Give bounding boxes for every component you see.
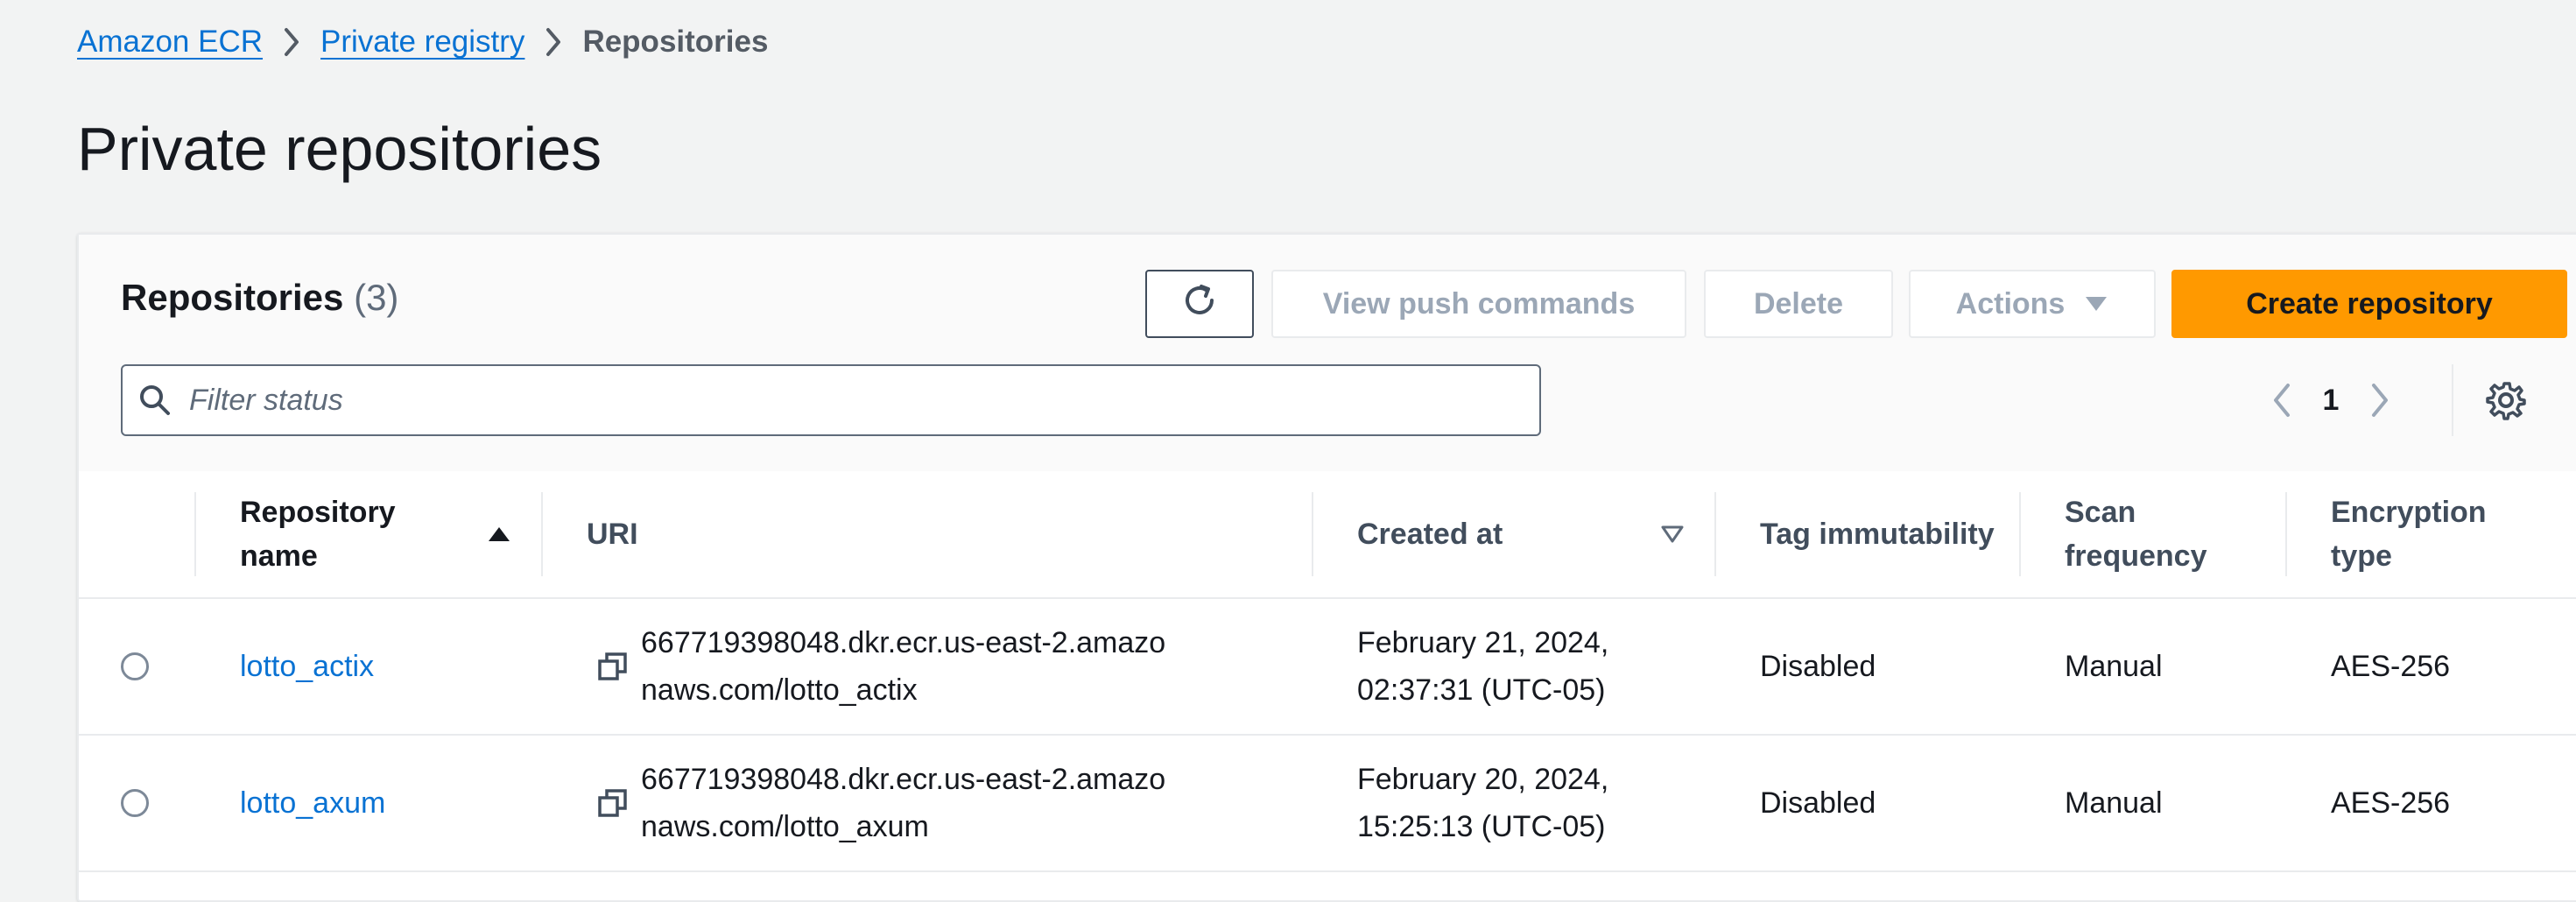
created-at-cell: February 21, 2024, 02:37:31 (UTC-05) <box>1357 599 1646 734</box>
column-divider <box>1312 492 1313 576</box>
breadcrumb-current: Repositories <box>582 25 769 59</box>
page-number[interactable]: 1 <box>2306 384 2355 418</box>
copy-icon[interactable] <box>595 649 630 684</box>
repositories-panel: Repositories (3) View push commands Dele… <box>77 233 2576 902</box>
uri-text: 667719398048.dkr.ecr.us-east-2.amazonaws… <box>641 763 1166 843</box>
created-at-text: February 21, 2024, 02:37:31 (UTC-05) <box>1357 626 1609 707</box>
column-header-uri[interactable]: URI <box>587 489 937 580</box>
search-icon <box>123 383 187 418</box>
radio-button[interactable] <box>121 652 149 680</box>
table-header: Repository name URI Created at Tag immut… <box>79 471 2576 599</box>
chevron-left-icon[interactable] <box>2257 364 2306 436</box>
created-at-cell: February 20, 2024, 15:25:13 (UTC-05) <box>1357 736 1646 870</box>
panel-title-text: Repositories <box>121 277 344 318</box>
column-divider <box>194 492 196 576</box>
tag-immutability-cell: Disabled <box>1760 650 1876 683</box>
pagination: 1 <box>2257 364 2404 436</box>
sort-descending-icon[interactable] <box>1655 517 1690 552</box>
breadcrumb-amazon-ecr[interactable]: Amazon ECR <box>77 25 263 60</box>
encryption-type-cell: AES-256 <box>2331 786 2451 820</box>
column-header-created-at[interactable]: Created at <box>1357 489 1690 580</box>
copy-icon[interactable] <box>595 786 630 821</box>
row-select-cell <box>121 736 149 870</box>
uri-cell: 667719398048.dkr.ecr.us-east-2.amazonaws… <box>595 599 1166 734</box>
repository-name-cell: lotto_axum <box>240 736 385 870</box>
chevron-right-icon <box>263 27 320 57</box>
scan-frequency-cell: Manual <box>2065 786 2163 820</box>
column-divider <box>541 492 543 576</box>
repository-count: (3) <box>354 277 399 318</box>
breadcrumb: Amazon ECR Private registry Repositories <box>77 19 768 65</box>
repository-name-link[interactable]: lotto_actix <box>240 643 374 690</box>
uri-text: 667719398048.dkr.ecr.us-east-2.amazonaws… <box>641 626 1166 707</box>
divider <box>2452 364 2453 436</box>
column-divider <box>2285 492 2287 576</box>
refresh-button[interactable] <box>1145 270 1254 338</box>
column-header-tag-immutability[interactable]: Tag immutability <box>1760 489 2023 580</box>
scan-frequency-cell: Manual <box>2065 650 2163 683</box>
panel-header: Repositories (3) View push commands Dele… <box>79 235 2576 473</box>
repository-name-link[interactable]: lotto_axum <box>240 779 385 827</box>
filter-box <box>121 364 1541 436</box>
row-select-cell <box>121 599 149 734</box>
breadcrumb-private-registry[interactable]: Private registry <box>320 25 524 60</box>
actions-label: Actions <box>1955 286 2066 321</box>
chevron-right-icon <box>524 27 582 57</box>
chevron-right-icon[interactable] <box>2355 364 2404 436</box>
column-divider <box>1714 492 1716 576</box>
delete-button[interactable]: Delete <box>1704 270 1893 338</box>
column-header-encryption-type[interactable]: Encryption type <box>2331 489 2523 580</box>
filter-input[interactable] <box>187 382 1504 419</box>
sort-ascending-icon[interactable] <box>482 517 517 552</box>
column-header-repository-name[interactable]: Repository name <box>240 489 450 580</box>
view-push-commands-button[interactable]: View push commands <box>1271 270 1686 338</box>
column-divider <box>2019 492 2021 576</box>
caret-down-icon <box>2084 287 2108 321</box>
created-at-text: February 20, 2024, 15:25:13 (UTC-05) <box>1357 763 1609 843</box>
actions-dropdown[interactable]: Actions <box>1909 270 2156 338</box>
tag-immutability-cell: Disabled <box>1760 786 1876 820</box>
repository-name-cell: lotto_actix <box>240 599 374 734</box>
settings-gear-icon[interactable] <box>2471 364 2541 436</box>
column-header-scan-frequency[interactable]: Scan frequency <box>2065 489 2240 580</box>
panel-title: Repositories (3) <box>121 277 398 319</box>
create-repository-button[interactable]: Create repository <box>2171 270 2567 338</box>
refresh-icon <box>1180 281 1219 328</box>
table-row[interactable]: lotto_actix 667719398048.dkr.ecr.us-east… <box>79 599 2576 736</box>
uri-cell: 667719398048.dkr.ecr.us-east-2.amazonaws… <box>595 736 1166 870</box>
page-title: Private repositories <box>77 115 602 183</box>
table-row[interactable]: lotto_axum 667719398048.dkr.ecr.us-east-… <box>79 736 2576 872</box>
encryption-type-cell: AES-256 <box>2331 650 2451 683</box>
radio-button[interactable] <box>121 789 149 817</box>
